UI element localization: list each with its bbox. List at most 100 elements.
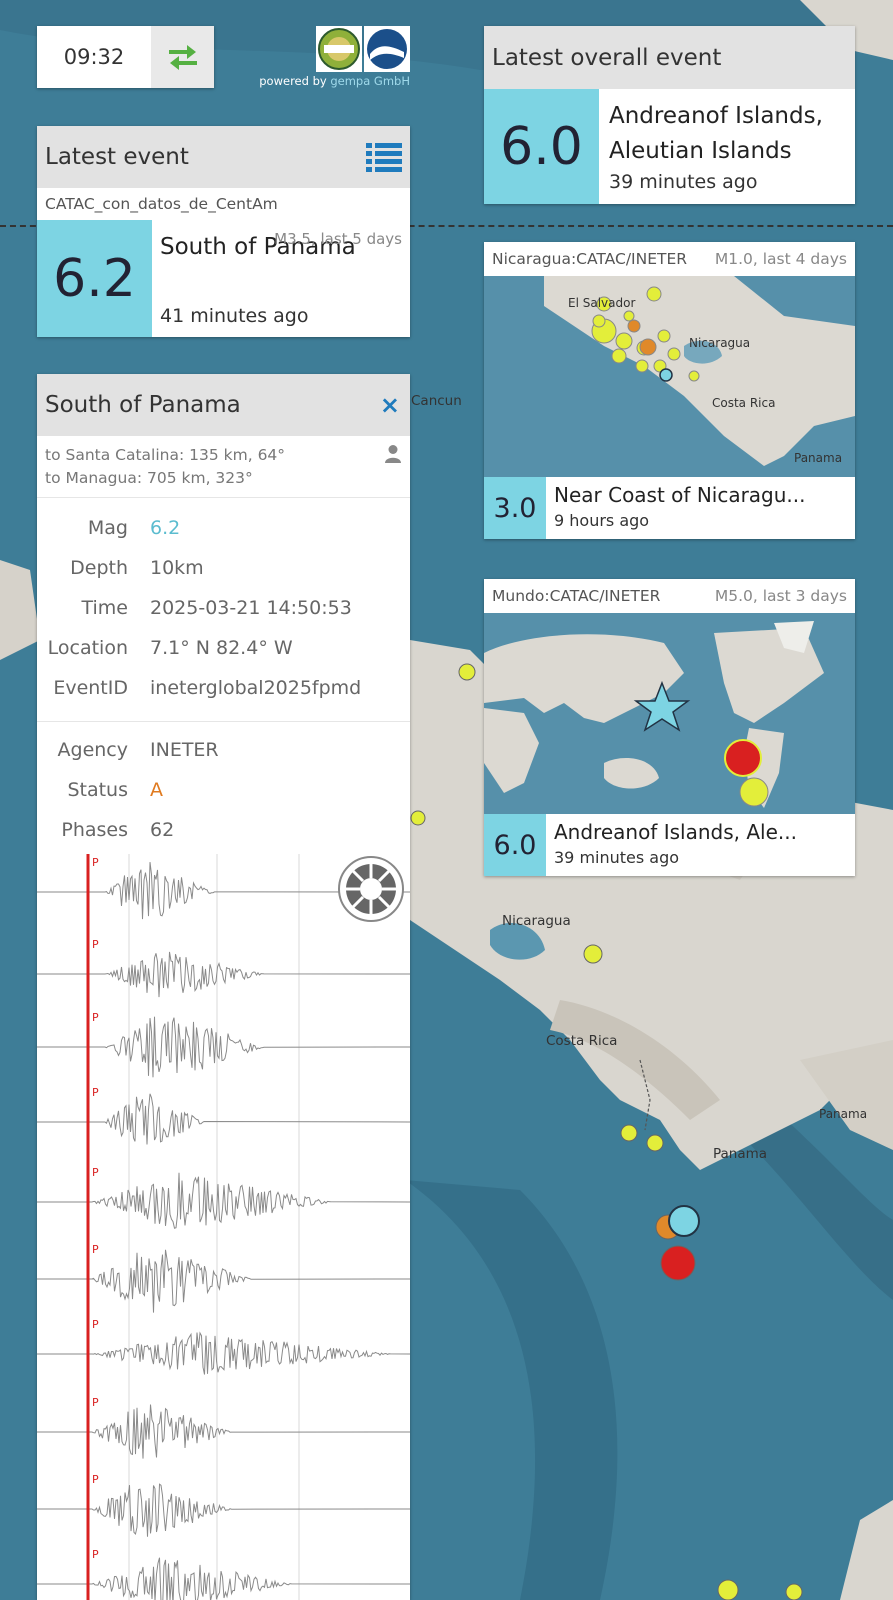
- map-event-marker: [620, 1124, 638, 1142]
- mini-label-nicaragua: Nicaragua: [689, 336, 751, 350]
- map-label-panama: Panama: [713, 1146, 768, 1162]
- ineter-logo: [316, 26, 362, 72]
- latest-event-source: CATAC_con_datos_de_CentAm: [45, 195, 278, 213]
- clock-time: 09:32: [63, 45, 125, 69]
- overall-event-title: Latest overall event: [492, 44, 722, 71]
- world-filter: M5.0, last 3 days: [714, 587, 847, 605]
- swap-arrows-icon: [168, 45, 197, 70]
- world-region-panel[interactable]: Mundo:CATAC/INETER M5.0, last 3 days 6.0: [484, 579, 855, 876]
- overall-event-region-line1: Andreanof Islands,: [609, 103, 823, 129]
- param-row-eventid: EventID ineterglobal2025fpmd: [37, 668, 410, 708]
- tsunami-catac-logo: [364, 26, 410, 72]
- clock-widget: 09:32: [37, 26, 214, 88]
- phase-pick-label: P: [92, 1318, 99, 1331]
- overall-event-region-line2: Aleutian Islands: [609, 138, 792, 164]
- overall-event-header: Latest overall event: [484, 26, 855, 89]
- param-value-eventid: ineterglobal2025fpmd: [150, 677, 362, 699]
- latest-event-ago: 41 minutes ago: [160, 305, 309, 327]
- mini-label-panama: Panama: [794, 451, 843, 465]
- phase-pick-label: P: [92, 1473, 99, 1486]
- param-row-depth: Depth 10km: [37, 548, 410, 588]
- powered-by-text: powered by gempa GmbH: [259, 74, 410, 88]
- world-map-svg: [484, 613, 855, 814]
- waveform-trace: [37, 1331, 410, 1375]
- nicaragua-event-magnitude: 3.0: [484, 477, 546, 539]
- nicaragua-event-region: Near Coast of Nicaragu...: [554, 483, 806, 507]
- waveform-trace: [37, 1404, 410, 1459]
- map-event-marker-selected: [668, 1205, 700, 1237]
- nicaragua-event-summary[interactable]: 3.0 Near Coast of Nicaragu... 9 hours ag…: [484, 477, 855, 539]
- overall-event-magnitude: 6.0: [484, 89, 599, 204]
- branding-logos: powered by gempa GmbH: [255, 26, 410, 88]
- map-label-panama-east: Panama: [819, 1107, 868, 1121]
- phase-pick-label: P: [92, 1548, 99, 1561]
- param-key: Status: [67, 779, 128, 801]
- param-key: Time: [81, 597, 129, 619]
- param-row-status: Status A: [37, 770, 410, 810]
- latest-event-panel[interactable]: Latest event CATAC_con_datos_de_CentAm 6…: [37, 126, 410, 337]
- waveform-trace: [37, 1249, 410, 1313]
- person-icon[interactable]: [384, 444, 402, 464]
- waveform-trace: [37, 1483, 410, 1537]
- waveform-plot[interactable]: P P P P P P P P P P: [37, 854, 410, 1600]
- mini-label-costa-rica: Costa Rica: [712, 396, 776, 410]
- swap-layout-button[interactable]: [151, 26, 214, 88]
- map-event-marker: [583, 944, 603, 964]
- param-row-agency: Agency INETER: [37, 730, 410, 770]
- world-source: Mundo:CATAC/INETER: [492, 587, 661, 605]
- param-key: Phases: [61, 819, 128, 841]
- mini-label-el-salvador: El Salvador: [568, 296, 636, 310]
- phase-pick-label: P: [92, 938, 99, 951]
- phase-pick-label: P: [92, 1011, 99, 1024]
- phase-pick-label: P: [92, 856, 99, 869]
- close-icon[interactable]: ×: [380, 391, 400, 419]
- loading-spinner-icon[interactable]: [337, 855, 405, 923]
- nicaragua-mini-map[interactable]: El Salvador Nicaragua Costa Rica Panama: [484, 276, 855, 477]
- overall-event-ago: 39 minutes ago: [609, 171, 758, 193]
- latest-event-body[interactable]: 6.2 South of Panama M3.5, last 5 days 41…: [37, 220, 410, 337]
- map-event-marker: [660, 1245, 696, 1281]
- param-row-location: Location 7.1° N 82.4° W: [37, 628, 410, 668]
- waveform-trace: [37, 1172, 410, 1229]
- waveform-trace: [37, 951, 410, 998]
- phase-pick-label: P: [92, 1396, 99, 1409]
- latest-event-filter: M3.5, last 5 days: [274, 230, 402, 248]
- map-event-marker: [458, 663, 476, 681]
- phase-pick-label: P: [92, 1166, 99, 1179]
- map-event-marker: [785, 1583, 803, 1600]
- distance-managua: to Managua: 705 km, 323°: [45, 469, 253, 487]
- list-icon[interactable]: [366, 141, 402, 173]
- param-value-depth: 10km: [150, 557, 204, 579]
- param-key: EventID: [53, 677, 128, 699]
- param-value-status: A: [150, 779, 163, 801]
- nicaragua-map-svg: [484, 276, 855, 477]
- param-row-mag: Mag 6.2: [37, 508, 410, 548]
- nicaragua-region-panel[interactable]: Nicaragua:CATAC/INETER M1.0, last 4 days: [484, 242, 855, 539]
- world-panel-header: Mundo:CATAC/INETER M5.0, last 3 days: [484, 579, 855, 613]
- world-event-region: Andreanof Islands, Ale...: [554, 820, 797, 844]
- powered-brand-link[interactable]: gempa GmbH: [330, 74, 410, 88]
- nicaragua-source: Nicaragua:CATAC/INETER: [492, 250, 688, 268]
- param-value-phases: 62: [150, 819, 175, 841]
- waveform-trace: [37, 1557, 410, 1600]
- distance-santa-catalina: to Santa Catalina: 135 km, 64°: [45, 446, 286, 464]
- event-distances: to Santa Catalina: 135 km, 64° to Managu…: [37, 436, 410, 498]
- world-event-summary[interactable]: 6.0 Andreanof Islands, Ale... 39 minutes…: [484, 814, 855, 876]
- phase-pick-label: P: [92, 1086, 99, 1099]
- param-key: Location: [47, 637, 128, 659]
- map-label-cancun: Cancun: [411, 393, 462, 409]
- param-value-mag: 6.2: [150, 517, 181, 539]
- param-row-phases: Phases 62: [37, 810, 410, 850]
- map-event-marker: [717, 1579, 739, 1600]
- map-label-costa-rica: Costa Rica: [546, 1033, 618, 1049]
- latest-event-magnitude: 6.2: [37, 220, 152, 337]
- waveform-trace: [37, 1093, 410, 1145]
- param-value-time: 2025-03-21 14:50:53: [150, 597, 352, 619]
- world-mini-map[interactable]: [484, 613, 855, 814]
- param-key: Agency: [57, 739, 128, 761]
- map-event-marker: [646, 1134, 664, 1152]
- event-detail-panel: South of Panama × to Santa Catalina: 135…: [37, 374, 410, 1600]
- waveform-trace: [37, 1016, 410, 1078]
- latest-overall-event-panel[interactable]: Latest overall event 6.0 Andreanof Islan…: [484, 26, 855, 204]
- detail-separator: [37, 708, 410, 722]
